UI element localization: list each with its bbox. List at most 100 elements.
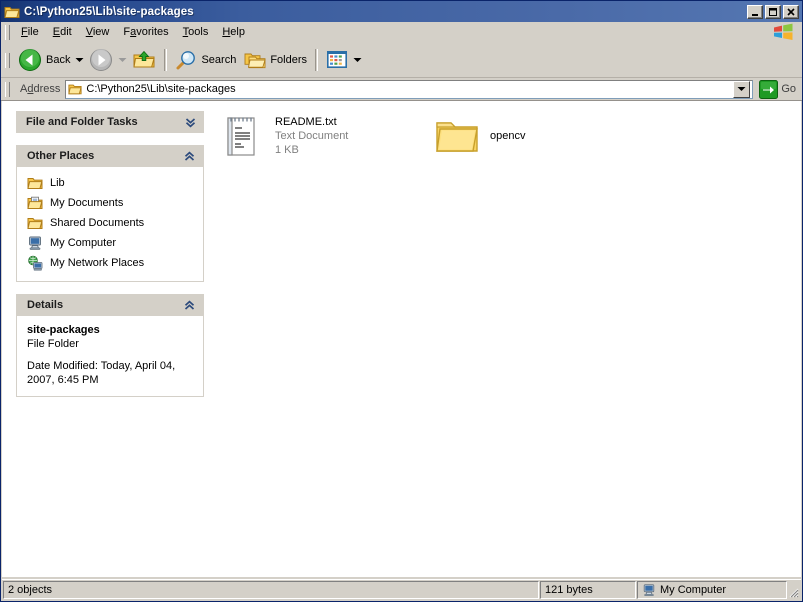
status-object-count: 2 objects xyxy=(3,581,539,599)
sidebar-item-my-computer[interactable]: My Computer xyxy=(27,233,197,253)
menu-drag-grip[interactable] xyxy=(5,24,10,40)
search-button[interactable]: Search xyxy=(171,46,240,74)
details-name: site-packages xyxy=(27,324,100,336)
views-icon xyxy=(326,50,348,70)
window-title: C:\Python25\Lib\site-packages xyxy=(24,5,194,18)
menu-view[interactable]: View xyxy=(79,24,117,40)
go-arrow-icon xyxy=(759,79,779,99)
folder-icon xyxy=(68,82,82,96)
my-documents-icon xyxy=(27,195,43,211)
file-name: opencv xyxy=(490,130,526,142)
shared-folder-icon xyxy=(27,215,43,231)
back-dropdown-arrow-icon[interactable] xyxy=(74,46,85,74)
chevron-double-up-icon[interactable] xyxy=(183,299,195,311)
explorer-body: File and Folder Tasks Other Places Lib M… xyxy=(2,101,801,577)
toolbar: Back Search Folders xyxy=(1,43,802,78)
folders-label: Folders xyxy=(270,54,308,66)
panel-details: Details site-packages File Folder Date M… xyxy=(16,294,204,397)
sidebar-item-label: My Documents xyxy=(50,197,124,209)
search-icon xyxy=(175,49,197,71)
back-button[interactable]: Back xyxy=(14,46,74,74)
panel-header-file-and-folder-tasks[interactable]: File and Folder Tasks xyxy=(16,111,204,133)
up-one-level-button[interactable] xyxy=(128,46,160,74)
resize-grip[interactable] xyxy=(787,580,801,600)
sidebar-item-label: Shared Documents xyxy=(50,217,145,229)
status-bar: 2 objects 121 bytes My Computer xyxy=(2,579,801,600)
details-type: File Folder xyxy=(27,338,79,350)
sidebar-item-label: My Network Places xyxy=(50,257,145,269)
file-item-meta: opencv xyxy=(490,129,525,143)
menu-edit[interactable]: Edit xyxy=(46,24,79,40)
panel-header-other-places[interactable]: Other Places xyxy=(17,145,203,167)
sidebar-item-my-documents[interactable]: My Documents xyxy=(27,193,197,213)
panel-body-other-places: Lib My Documents Shared Documents My Com… xyxy=(17,167,203,281)
go-label: Go xyxy=(781,83,796,95)
computer-icon xyxy=(27,235,43,251)
search-label: Search xyxy=(201,54,237,66)
menu-file[interactable]: File xyxy=(14,24,46,40)
file-item-opencv[interactable]: opencv xyxy=(428,109,643,163)
windows-flag-logo xyxy=(772,23,802,41)
status-zone-label: My Computer xyxy=(660,584,727,596)
file-list[interactable]: README.txt Text Document 1 KB opencv xyxy=(209,101,801,577)
maximize-button[interactable] xyxy=(765,4,781,19)
chevron-double-up-icon[interactable] xyxy=(183,150,195,162)
views-button[interactable] xyxy=(322,46,352,74)
text-document-icon xyxy=(219,113,265,159)
panel-title-other-places: Other Places xyxy=(27,150,95,162)
file-tiles: README.txt Text Document 1 KB opencv xyxy=(213,109,801,163)
toolbar-separator xyxy=(164,49,168,71)
forward-arrow-icon xyxy=(89,48,113,72)
sidebar-item-my-network-places[interactable]: My Network Places xyxy=(27,253,197,273)
menu-favorites[interactable]: Favorites xyxy=(116,24,175,40)
back-arrow-icon xyxy=(18,48,42,72)
chevron-double-down-icon[interactable] xyxy=(184,116,196,128)
menu-bar: File Edit View Favorites Tools Help xyxy=(1,22,802,43)
status-total-size: 121 bytes xyxy=(540,581,636,599)
network-icon xyxy=(27,255,43,271)
panel-file-and-folder-tasks: File and Folder Tasks xyxy=(16,111,204,133)
panel-other-places: Other Places Lib My Documents Shared Doc… xyxy=(16,145,204,282)
sidebar-item-label: My Computer xyxy=(50,237,117,249)
toolbar-separator-2 xyxy=(315,49,319,71)
folder-icon xyxy=(27,175,43,191)
folder-open-icon xyxy=(4,4,20,20)
address-value: C:\Python25\Lib\site-packages xyxy=(86,83,236,95)
file-size: 1 KB xyxy=(275,144,299,156)
panel-header-details[interactable]: Details xyxy=(17,294,203,316)
address-dropdown-button[interactable] xyxy=(733,80,751,98)
file-name: README.txt xyxy=(275,116,337,128)
go-button[interactable]: Go xyxy=(756,79,800,100)
title-bar[interactable]: C:\Python25\Lib\site-packages xyxy=(1,1,802,22)
file-item-meta: README.txt Text Document 1 KB xyxy=(275,115,348,157)
panel-body-details: site-packages File Folder Date Modified:… xyxy=(17,316,203,396)
panel-title-file-and-folder-tasks: File and Folder Tasks xyxy=(26,116,138,128)
toolbar-drag-grip[interactable] xyxy=(5,52,10,68)
status-zone: My Computer xyxy=(637,581,787,599)
menu-tools[interactable]: Tools xyxy=(176,24,216,40)
address-bar: Address C:\Python25\Lib\site-packages Go xyxy=(1,78,802,101)
address-input[interactable]: C:\Python25\Lib\site-packages xyxy=(65,79,754,99)
file-item-readme[interactable]: README.txt Text Document 1 KB xyxy=(213,109,428,163)
sidebar-item-lib[interactable]: Lib xyxy=(27,173,197,193)
forward-dropdown-arrow-icon[interactable] xyxy=(117,46,128,74)
task-pane: File and Folder Tasks Other Places Lib M… xyxy=(2,101,209,577)
forward-button[interactable] xyxy=(85,46,117,74)
computer-icon xyxy=(642,583,656,597)
folders-icon xyxy=(244,49,266,71)
folders-button[interactable]: Folders xyxy=(240,46,311,74)
minimize-button[interactable] xyxy=(747,4,763,19)
views-dropdown-arrow-icon[interactable] xyxy=(352,46,363,74)
address-label: Address xyxy=(20,83,61,95)
back-label: Back xyxy=(46,54,71,66)
window-controls xyxy=(747,4,800,19)
address-drag-grip[interactable] xyxy=(5,81,10,97)
menu-help[interactable]: Help xyxy=(215,24,252,40)
explorer-window: C:\Python25\Lib\site-packages File Edit … xyxy=(0,0,803,602)
close-button[interactable] xyxy=(783,4,799,19)
folder-up-icon xyxy=(132,48,156,72)
folder-icon xyxy=(434,113,480,159)
sidebar-item-shared-documents[interactable]: Shared Documents xyxy=(27,213,197,233)
panel-title-details: Details xyxy=(27,299,64,311)
sidebar-item-label: Lib xyxy=(50,177,65,189)
